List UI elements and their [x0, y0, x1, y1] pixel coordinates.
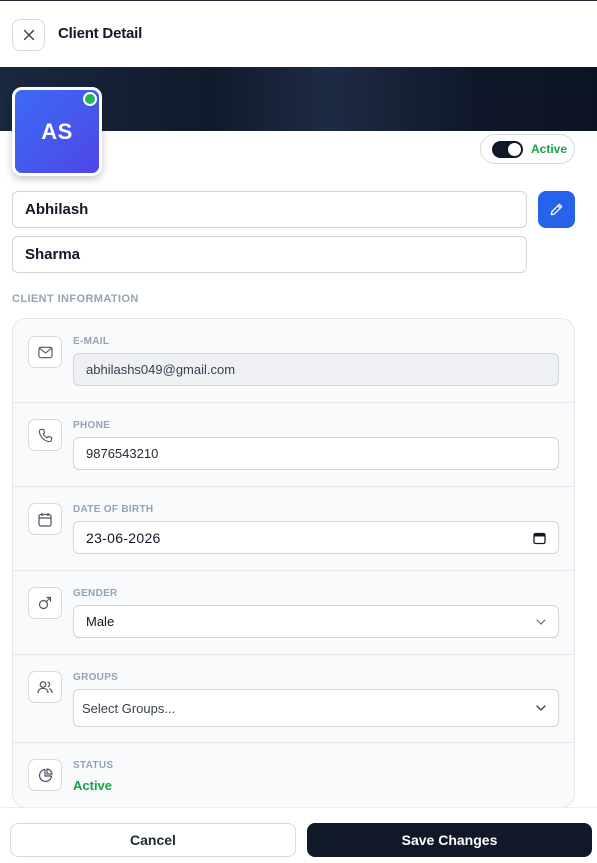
gender-value: Male: [86, 614, 115, 629]
close-button[interactable]: [12, 19, 45, 51]
groups-select[interactable]: Select Groups...: [73, 689, 559, 727]
groups-placeholder: Select Groups...: [82, 700, 176, 716]
groups-label: GROUPS: [73, 672, 119, 683]
status-value: Active: [73, 778, 113, 793]
toggle-label: Active: [531, 142, 568, 156]
date-of-birth-input[interactable]: 23-06-2026: [73, 521, 559, 554]
active-toggle[interactable]: Active: [480, 134, 575, 164]
email-row: E-MAIL abhilashs049@gmail.com: [13, 319, 574, 403]
groups-row: GROUPS Select Groups...: [13, 655, 574, 743]
dob-row: DATE OF BIRTH 23-06-2026: [13, 487, 574, 571]
gender-male-icon: [28, 587, 62, 619]
phone-label: PHONE: [73, 420, 111, 431]
gender-select[interactable]: Male: [73, 605, 559, 638]
header: Client Detail: [0, 2, 597, 67]
toggle-knob: [508, 142, 521, 156]
users-icon: [28, 671, 62, 703]
avatar-initials: AS: [41, 118, 73, 144]
dob-label: DATE OF BIRTH: [73, 504, 154, 515]
calendar-picker-icon[interactable]: [533, 531, 546, 544]
phone-icon: [28, 419, 62, 451]
cancel-button[interactable]: Cancel: [10, 823, 296, 857]
chevron-down-icon: [536, 618, 546, 625]
gender-row: GENDER Male: [13, 571, 574, 655]
avatar: AS: [12, 87, 102, 176]
email-label: E-MAIL: [73, 336, 110, 347]
client-detail-panel: Client Detail AS Active CLIENT INFORMATI…: [0, 0, 597, 863]
edit-name-button[interactable]: [538, 191, 575, 228]
chevron-down-icon: [536, 705, 546, 711]
save-changes-button[interactable]: Save Changes: [307, 823, 592, 857]
first-name-input[interactable]: [12, 191, 527, 228]
mail-icon: [28, 336, 62, 368]
online-status-dot: [83, 92, 97, 106]
footer: Cancel Save Changes: [0, 807, 597, 863]
client-info-card: E-MAIL abhilashs049@gmail.com PHONE 9876…: [12, 318, 575, 808]
pencil-icon: [550, 203, 563, 216]
last-name-input[interactable]: [12, 236, 527, 273]
toggle-switch[interactable]: [492, 140, 523, 158]
status-label: STATUS: [73, 760, 114, 771]
status-row: STATUS Active: [13, 743, 574, 807]
close-icon: [23, 29, 34, 41]
page-title: Client Detail: [58, 25, 143, 42]
email-field: abhilashs049@gmail.com: [73, 353, 559, 386]
phone-row: PHONE 9876543210: [13, 403, 574, 487]
calendar-icon: [28, 503, 62, 535]
date-value: 23-06-2026: [86, 529, 161, 546]
section-title: CLIENT INFORMATION: [12, 293, 139, 305]
phone-input[interactable]: 9876543210: [73, 437, 559, 470]
gender-label: GENDER: [73, 588, 118, 599]
pie-chart-icon: [28, 759, 62, 791]
